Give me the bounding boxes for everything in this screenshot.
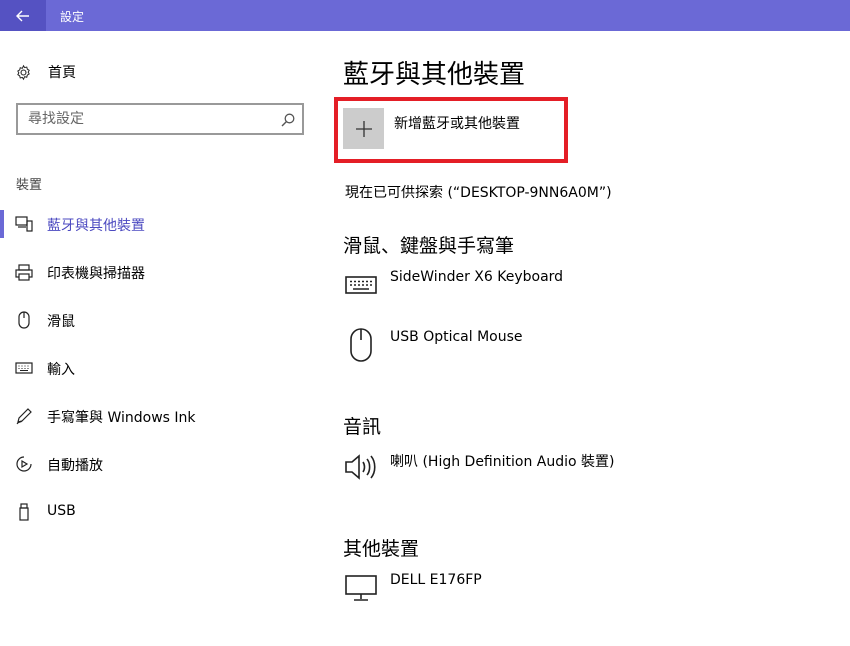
bluetooth-devices-icon [15, 215, 33, 233]
plus-tile [343, 108, 384, 149]
monitor-icon [343, 570, 379, 606]
speaker-icon [343, 449, 379, 485]
mouse-icon [15, 311, 33, 329]
sidebar-item-printers[interactable]: 印表機與掃描器 [0, 254, 310, 290]
section-heading-input-devices: 滑鼠、鍵盤與手寫筆 [343, 235, 515, 257]
home-label: 首頁 [48, 65, 76, 81]
device-name: 喇叭 (High Definition Audio 裝置) [390, 454, 615, 470]
autoplay-icon [15, 455, 33, 473]
add-device-button[interactable]: 新增藍牙或其他裝置 [343, 108, 563, 152]
sidebar-item-mouse[interactable]: 滑鼠 [0, 302, 310, 338]
usb-icon [15, 503, 33, 521]
section-heading-other-devices: 其他裝置 [343, 538, 420, 560]
add-device-label: 新增藍牙或其他裝置 [394, 116, 520, 132]
back-button[interactable] [0, 0, 46, 31]
window-title: 設定 [60, 10, 85, 24]
sidebar-item-label: 輸入 [47, 362, 75, 378]
sidebar-item-label: 印表機與掃描器 [47, 266, 145, 282]
keyboard-icon [343, 267, 379, 303]
device-speaker[interactable]: 喇叭 (High Definition Audio 裝置) [343, 449, 743, 493]
arrow-left-icon [16, 10, 29, 21]
device-name: USB Optical Mouse [390, 329, 523, 345]
search-button[interactable] [278, 110, 298, 130]
sidebar-item-label: 滑鼠 [47, 314, 75, 330]
discoverable-status: 現在已可供探索 (“DESKTOP-9NN6A0M”) [345, 185, 612, 201]
device-mouse[interactable]: USB Optical Mouse [343, 327, 743, 371]
keyboard-icon [15, 359, 33, 377]
device-monitor[interactable]: DELL E176FP [343, 570, 743, 614]
page-title: 藍牙與其他裝置 [343, 60, 526, 90]
printer-icon [15, 263, 33, 281]
sidebar-item-typing[interactable]: 輸入 [0, 350, 310, 386]
sidebar-item-label: 自動播放 [47, 458, 103, 474]
section-label-devices: 裝置 [16, 178, 43, 193]
sidebar-item-usb[interactable]: USB [0, 494, 310, 530]
plus-icon [355, 120, 372, 137]
active-indicator [0, 210, 4, 238]
device-keyboard[interactable]: SideWinder X6 Keyboard [343, 267, 743, 311]
sidebar-item-pen[interactable]: 手寫筆與 Windows Ink [0, 398, 310, 434]
sidebar-item-autoplay[interactable]: 自動播放 [0, 446, 310, 482]
sidebar-item-bluetooth[interactable]: 藍牙與其他裝置 [0, 206, 310, 242]
gear-icon [17, 64, 30, 80]
mouse-icon [343, 327, 379, 363]
title-bar: 設定 [0, 0, 850, 31]
search-box[interactable] [16, 103, 304, 135]
home-link[interactable]: 首頁 [15, 62, 76, 82]
sidebar-item-label: 手寫筆與 Windows Ink [47, 410, 196, 426]
search-input[interactable] [18, 105, 270, 133]
device-name: DELL E176FP [390, 572, 482, 588]
device-name: SideWinder X6 Keyboard [390, 269, 564, 285]
search-icon [281, 113, 295, 127]
pen-icon [15, 407, 33, 425]
section-heading-audio: 音訊 [343, 416, 382, 438]
sidebar-item-label: USB [47, 503, 76, 519]
sidebar-item-label: 藍牙與其他裝置 [47, 218, 145, 234]
